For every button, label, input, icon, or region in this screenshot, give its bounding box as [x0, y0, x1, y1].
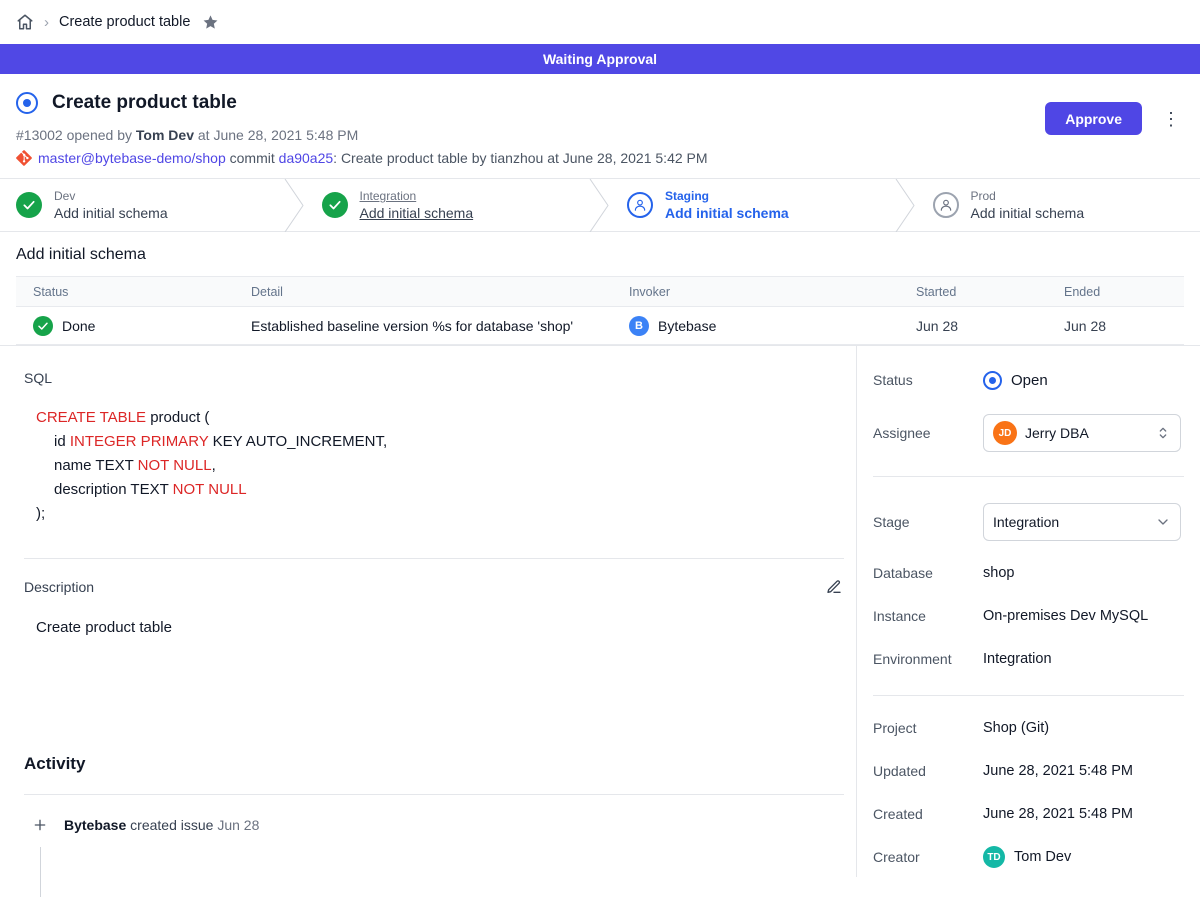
task-ended: Jun 28: [1047, 318, 1184, 334]
status-open-icon: [983, 371, 1002, 390]
assignee-row: Assignee JD Jerry DBA: [873, 414, 1184, 452]
star-icon[interactable]: [202, 14, 219, 31]
stage-env-label: Integration: [360, 189, 474, 203]
pipeline-stage-prod[interactable]: Prod Add initial schema: [915, 179, 1200, 231]
issue-title: Create product table: [52, 92, 237, 114]
sql-code-block: CREATE TABLE product (id INTEGER PRIMARY…: [36, 406, 844, 526]
timeline-line: [40, 847, 41, 897]
activity-action: created issue: [130, 817, 213, 833]
waiting-approval-banner: Waiting Approval: [0, 44, 1200, 74]
check-circle-icon: [322, 192, 348, 218]
divider: [873, 476, 1184, 477]
done-check-icon: [33, 316, 53, 336]
commit-message: : Create product table by tianzhou at Ju…: [333, 150, 707, 166]
issue-header: Create product table Approve ⋮ #13002 op…: [0, 74, 1200, 178]
sql-label: SQL: [24, 370, 844, 386]
assignee-value: Jerry DBA: [1025, 425, 1089, 441]
updated-row: Updated June 28, 2021 5:48 PM: [873, 759, 1184, 783]
task-started: Jun 28: [899, 318, 1047, 334]
stage-row: Stage Integration: [873, 503, 1184, 541]
environment-value: Integration: [983, 651, 1052, 667]
issue-id: #13002: [16, 127, 63, 143]
creator-row: Creator TD Tom Dev: [873, 845, 1184, 869]
task-table-row[interactable]: Done Established baseline version %s for…: [16, 307, 1184, 345]
task-detail: Established baseline version %s for data…: [234, 318, 612, 334]
assignee-select[interactable]: JD Jerry DBA: [983, 414, 1181, 452]
status-value: Open: [1011, 372, 1048, 389]
plus-icon: [28, 813, 52, 837]
activity-date: Jun 28: [217, 817, 259, 833]
description-label: Description: [24, 579, 94, 595]
main-panel: SQL CREATE TABLE product (id INTEGER PRI…: [0, 346, 856, 877]
task-table: Status Detail Invoker Started Ended Done…: [16, 276, 1184, 345]
stage-separator: [895, 179, 915, 231]
pipeline-stage-bar: Dev Add initial schema Integration Add i…: [0, 178, 1200, 232]
stage-task-label: Add initial schema: [360, 205, 474, 221]
activity-title: Activity: [24, 754, 844, 774]
activity-item: Bytebase created issue Jun 28: [24, 813, 844, 837]
person-circle-icon: [627, 192, 653, 218]
task-section-title: Add initial schema: [16, 246, 1184, 264]
pipeline-stage-dev[interactable]: Dev Add initial schema: [0, 179, 284, 231]
breadcrumb-title[interactable]: Create product table: [59, 14, 190, 30]
stage-select[interactable]: Integration: [983, 503, 1181, 541]
description-text: Create product table: [36, 619, 844, 636]
status-row: Status Open: [873, 368, 1184, 392]
person-circle-icon: [933, 192, 959, 218]
task-status: Done: [62, 318, 95, 334]
edit-pencil-icon[interactable]: [824, 577, 844, 597]
content-area: SQL CREATE TABLE product (id INTEGER PRI…: [0, 345, 1200, 877]
activity-actor: Bytebase: [64, 817, 126, 833]
project-row: Project Shop (Git): [873, 716, 1184, 740]
stage-separator: [284, 179, 304, 231]
stage-task-label: Add initial schema: [971, 205, 1085, 221]
stage-env-label: Staging: [665, 189, 789, 203]
issue-open-icon: [16, 92, 38, 114]
approve-button[interactable]: Approve: [1045, 102, 1142, 135]
commit-hash-link[interactable]: da90a25: [279, 150, 334, 166]
divider: [24, 794, 844, 795]
stage-env-label: Prod: [971, 189, 1085, 203]
stage-task-label: Add initial schema: [54, 205, 168, 221]
stage-separator: [589, 179, 609, 231]
updown-chevron-icon: [1155, 425, 1171, 441]
pipeline-stage-staging[interactable]: Staging Add initial schema: [609, 179, 895, 231]
task-invoker: Bytebase: [658, 318, 716, 334]
instance-value[interactable]: On-premises Dev MySQL: [983, 608, 1148, 624]
breadcrumb: › Create product table: [0, 0, 1200, 44]
stage-env-label: Dev: [54, 189, 168, 203]
database-value[interactable]: shop: [983, 565, 1014, 581]
assignee-avatar: JD: [993, 421, 1017, 445]
task-section: Add initial schema Status Detail Invoker…: [0, 232, 1200, 345]
issue-author: Tom Dev: [136, 127, 194, 143]
divider: [24, 558, 844, 559]
home-icon[interactable]: [16, 13, 34, 31]
issue-meta: #13002 opened by Tom Dev at June 28, 202…: [16, 127, 1184, 143]
stage-value: Integration: [993, 514, 1059, 530]
creator-value: Tom Dev: [1014, 849, 1071, 865]
commit-branch-link[interactable]: master@bytebase-demo/shop: [38, 150, 226, 166]
check-circle-icon: [16, 192, 42, 218]
issue-opened-time: June 28, 2021 5:48 PM: [213, 127, 358, 143]
chevron-down-icon: [1155, 514, 1171, 530]
task-table-header: Status Detail Invoker Started Ended: [16, 277, 1184, 307]
stage-task-label: Add initial schema: [665, 205, 789, 221]
created-row: Created June 28, 2021 5:48 PM: [873, 802, 1184, 826]
bytebase-avatar: B: [629, 316, 649, 336]
created-value: June 28, 2021 5:48 PM: [983, 806, 1133, 822]
kebab-menu-icon[interactable]: ⋮: [1158, 108, 1184, 130]
issue-sidebar: Status Open Assignee JD Jerry DBA Stage …: [856, 346, 1200, 877]
commit-line: master@bytebase-demo/shop commit da90a25…: [16, 150, 1184, 166]
creator-avatar: TD: [983, 846, 1005, 868]
environment-row: Environment Integration: [873, 647, 1184, 671]
git-icon: [16, 150, 32, 166]
pipeline-stage-integration[interactable]: Integration Add initial schema: [304, 179, 590, 231]
instance-row: Instance On-premises Dev MySQL: [873, 604, 1184, 628]
project-value[interactable]: Shop (Git): [983, 720, 1049, 736]
updated-value: June 28, 2021 5:48 PM: [983, 763, 1133, 779]
chevron-right-icon: ›: [44, 15, 49, 30]
database-row: Database shop: [873, 561, 1184, 585]
divider: [873, 695, 1184, 696]
